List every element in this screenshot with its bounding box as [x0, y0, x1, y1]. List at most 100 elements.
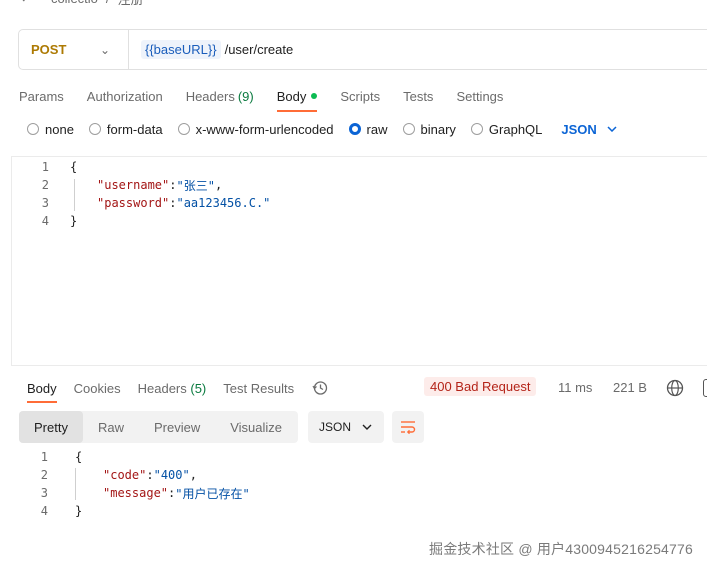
raw-format-select[interactable]: JSON — [561, 121, 617, 137]
code-line: 2 "username": "张三", — [12, 176, 707, 194]
save-response-icon[interactable] — [703, 379, 707, 397]
response-tab-test-results[interactable]: Test Results — [223, 381, 294, 396]
view-mode-visualize[interactable]: Visualize — [215, 411, 297, 443]
code-line: 3 "password": "aa123456.C." — [12, 194, 707, 212]
method-label: POST — [31, 42, 67, 57]
json-key: "username" — [97, 178, 170, 192]
tab-label: Test Results — [223, 380, 295, 396]
tab-label: Scripts — [340, 88, 381, 104]
request-tabs: Params Authorization Headers (9) Body Scr… — [19, 84, 526, 112]
body-indicator-dot — [311, 93, 318, 99]
radio-raw[interactable]: raw — [348, 121, 388, 137]
radio-label: form-data — [106, 121, 163, 137]
tab-tests[interactable]: Tests — [403, 84, 433, 108]
view-mode-raw[interactable]: Raw — [83, 411, 139, 443]
wrap-lines-button[interactable] — [392, 411, 424, 443]
radio-x-www-form-urlencoded[interactable]: x-www-form-urlencoded — [177, 121, 334, 137]
radio-form-data[interactable]: form-data — [88, 121, 163, 137]
radio-selected-icon — [348, 123, 361, 135]
indent-guide — [75, 468, 76, 500]
json-value: "张三" — [176, 178, 215, 193]
tab-authorization[interactable]: Authorization — [87, 84, 163, 108]
tab-params[interactable]: Params — [19, 84, 64, 108]
tab-label: Tests — [403, 88, 434, 104]
response-tab-body[interactable]: Body — [27, 380, 57, 403]
response-tabs: Body Cookies Headers (5) Test Results — [27, 378, 707, 403]
chevron-down-icon — [362, 424, 372, 430]
radio-label: none — [45, 121, 74, 137]
code-line: 1 { — [11, 448, 411, 466]
tab-label: Authorization — [86, 88, 163, 104]
raw-format-label: JSON — [561, 121, 597, 137]
json-value: "aa123456.C." — [176, 196, 271, 210]
json-key: "password" — [97, 196, 170, 210]
view-mode-preview[interactable]: Preview — [139, 411, 215, 443]
response-body-viewer[interactable]: 1 { 2 "code": "400", 3 "message": "用户已存在… — [11, 448, 411, 520]
response-size[interactable]: 221 B — [613, 380, 647, 395]
tab-body[interactable]: Body — [276, 84, 318, 112]
request-body-editor[interactable]: 1 { 2 "username": "张三", 3 "password": "aa1… — [11, 156, 707, 366]
tab-settings[interactable]: Settings — [456, 84, 503, 108]
tab-label: Body — [27, 380, 57, 396]
breadcrumb-separator: / — [106, 0, 110, 6]
view-mode-switcher: Pretty Raw Preview Visualize — [19, 411, 298, 443]
json-value: "400" — [153, 468, 190, 482]
url-input[interactable]: {{baseURL}} /user/create — [129, 40, 293, 59]
view-mode-pretty[interactable]: Pretty — [19, 411, 83, 443]
response-time[interactable]: 11 ms — [558, 380, 592, 395]
radio-circle-icon — [88, 123, 101, 135]
request-url-bar: POST ⌄ {{baseURL}} /user/create — [18, 29, 707, 70]
response-tab-cookies[interactable]: Cookies — [74, 381, 121, 396]
tab-scripts[interactable]: Scripts — [340, 84, 380, 108]
tab-headers[interactable]: Headers (9) — [186, 84, 254, 108]
open-brace: { — [70, 160, 78, 174]
globe-icon[interactable] — [666, 379, 684, 397]
line-number: 3 — [40, 486, 48, 500]
radio-circle-icon — [470, 123, 483, 135]
back-arrow-icon[interactable]: ⟵ — [20, 0, 43, 8]
radio-none[interactable]: none — [27, 122, 74, 137]
status-badge[interactable]: 400 Bad Request — [424, 377, 537, 396]
method-select[interactable]: POST ⌄ — [19, 30, 129, 69]
headers-count: (9) — [237, 88, 254, 104]
open-brace: { — [75, 450, 83, 464]
chevron-down-icon — [607, 126, 617, 132]
indent-guide — [74, 179, 75, 211]
radio-circle-icon — [177, 123, 190, 135]
tab-label: Settings — [456, 88, 504, 104]
close-brace: } — [75, 504, 83, 518]
code-line: 4 } — [11, 502, 411, 520]
breadcrumb-collection[interactable]: collectio — [51, 0, 98, 6]
history-icon[interactable] — [312, 380, 328, 396]
code-line: 3 "message": "用户已存在" — [11, 484, 411, 502]
tab-label: Headers — [185, 88, 235, 104]
tab-label: Body — [276, 88, 307, 104]
radio-graphql[interactable]: GraphQL — [470, 121, 543, 137]
body-type-options: none form-data x-www-form-urlencoded raw… — [27, 120, 617, 138]
line-number: 1 — [41, 160, 49, 174]
url-variable[interactable]: {{baseURL}} — [141, 40, 221, 59]
breadcrumb-request: 注册 — [118, 0, 144, 8]
json-value: "用户已存在" — [175, 486, 250, 501]
url-path: /user/create — [224, 42, 294, 57]
breadcrumb: ⟵ collectio / 注册 — [20, 0, 144, 8]
radio-label: raw — [366, 121, 388, 137]
response-tab-headers[interactable]: Headers (5) — [138, 381, 207, 396]
response-headers-count: (5) — [190, 380, 207, 396]
line-number: 3 — [41, 196, 49, 210]
radio-binary[interactable]: binary — [402, 121, 456, 137]
response-format-select[interactable]: JSON — [308, 411, 384, 443]
radio-circle-icon — [402, 123, 415, 135]
code-line: 2 "code": "400", — [11, 466, 411, 484]
line-number: 2 — [40, 468, 48, 482]
line-number: 4 — [40, 504, 48, 518]
radio-label: GraphQL — [488, 121, 543, 137]
watermark: 掘金技术社区 @ 用户4300945216254776 — [429, 541, 693, 557]
tab-label: Params — [19, 88, 64, 104]
json-key: "message" — [103, 486, 169, 500]
close-brace: } — [70, 214, 78, 228]
line-number: 4 — [41, 214, 49, 228]
radio-label: x-www-form-urlencoded — [195, 121, 334, 137]
radio-label: binary — [420, 121, 456, 137]
line-number: 2 — [41, 178, 49, 192]
